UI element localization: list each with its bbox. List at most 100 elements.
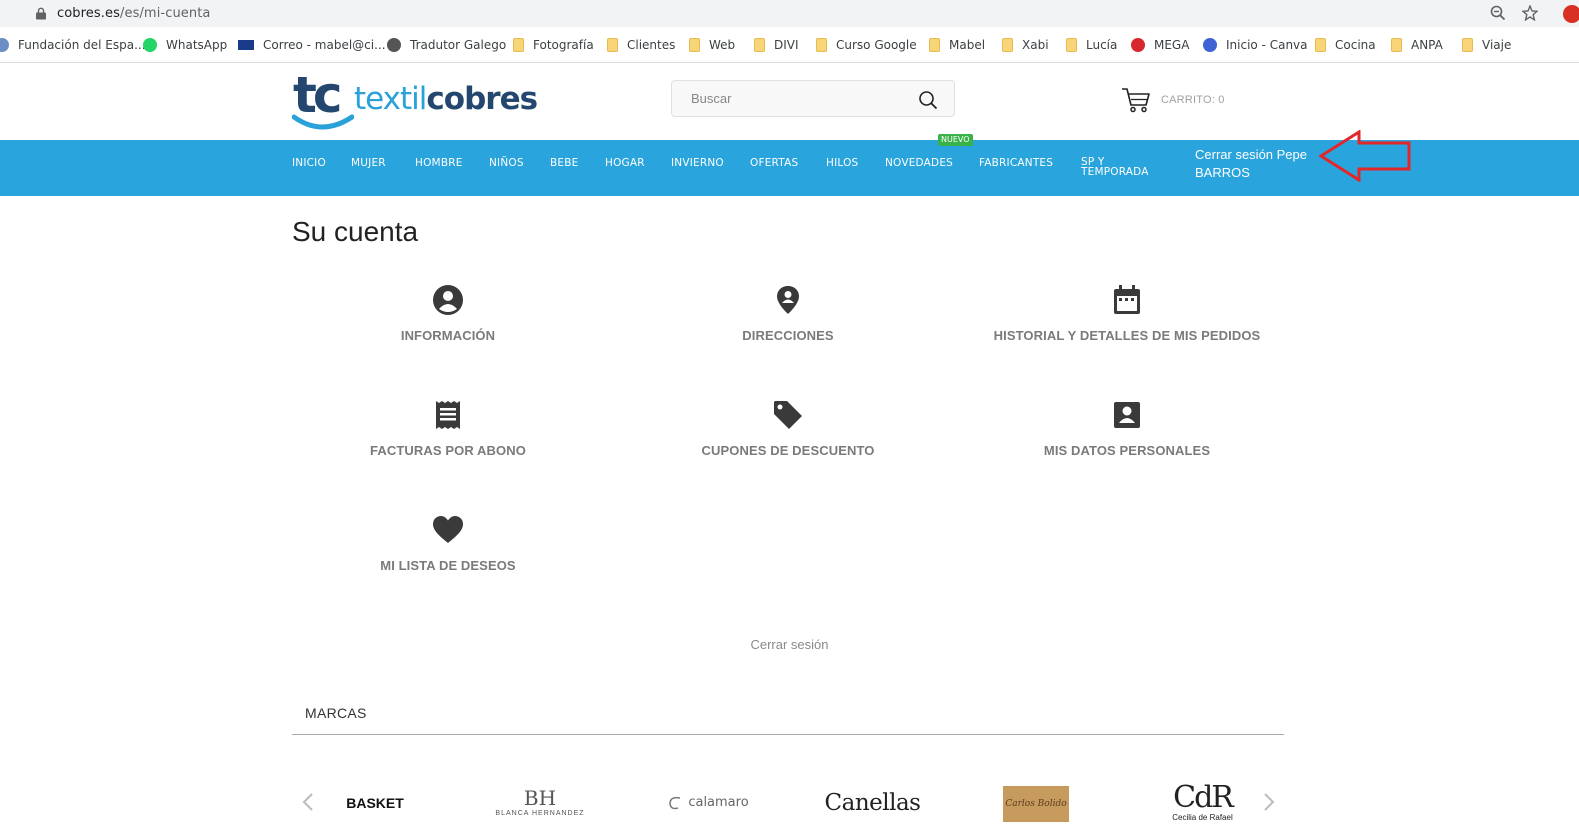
bookmark-anpa[interactable]: ANPA	[1391, 37, 1443, 53]
site-header: tc textilcobres CARRITO: 0	[0, 63, 1579, 140]
bookmark-fundacion[interactable]: Fundación del Espa...	[0, 37, 146, 53]
bookmark-tradutor[interactable]: Tradutor Galego	[387, 37, 506, 53]
nav-sp-temporada[interactable]: SP Y TEMPORADA	[1081, 157, 1149, 178]
red-arrow-annotation	[1319, 130, 1411, 182]
cart-label: CARRITO: 0	[1161, 94, 1225, 106]
bookmark-clientes[interactable]: Clientes	[607, 37, 675, 53]
folder-icon	[1462, 38, 1473, 52]
nav-invierno[interactable]: INVIERNO	[671, 157, 724, 169]
bookmark-curso-google[interactable]: Curso Google	[816, 37, 917, 53]
bookmark-correo[interactable]: Correo - mabel@ci...	[238, 37, 386, 53]
nav-novedades[interactable]: NOVEDADES	[885, 157, 953, 169]
bookmark-viaje[interactable]: Viaje	[1462, 37, 1511, 53]
tile-label: INFORMACIÓN	[400, 328, 496, 343]
brand-calamaro[interactable]: calamaro	[660, 775, 755, 830]
brand-cecilia-rafael[interactable]: CdR Cecilia de Rafael	[1165, 775, 1240, 830]
tile-cupones-descuento[interactable]: CUPONES DE DESCUENTO	[618, 399, 958, 458]
profile-avatar[interactable]	[1563, 5, 1579, 23]
search-icon[interactable]	[918, 90, 938, 110]
bookmark-whatsapp[interactable]: WhatsApp	[143, 37, 227, 53]
browser-address-bar: cobres.es/es/mi-cuenta	[0, 0, 1579, 27]
tag-icon	[774, 401, 802, 429]
nav-sp-line2: TEMPORADA	[1081, 166, 1149, 178]
tile-lista-deseos[interactable]: MI LISTA DE DESEOS	[278, 514, 618, 573]
bookmark-xabi[interactable]: Xabi	[1002, 37, 1049, 53]
logout-link-text[interactable]: Cerrar sesión	[750, 637, 828, 652]
whatsapp-icon	[143, 38, 157, 52]
brand-carlos-bolido[interactable]: Carlos Bolido	[1003, 786, 1069, 822]
url-field[interactable]: cobres.es/es/mi-cuenta	[10, 1, 1550, 25]
tile-label: MIS DATOS PERSONALES	[1043, 443, 1211, 458]
page-title: Su cuenta	[292, 216, 419, 247]
bookmark-web[interactable]: Web	[689, 37, 735, 53]
folder-icon	[1391, 38, 1402, 52]
brands-divider	[292, 734, 1284, 735]
canva-icon	[1203, 38, 1217, 52]
chevron-right-icon[interactable]	[1261, 790, 1277, 814]
bookmark-canva[interactable]: Inicio - Canva	[1203, 37, 1308, 53]
bookmark-cocina[interactable]: Cocina	[1315, 37, 1376, 53]
zoom-icon[interactable]	[1490, 5, 1506, 21]
logout-link: Cerrar sesión	[0, 637, 1579, 652]
location-pin-icon	[777, 286, 799, 314]
bookmarks-bar: Fundación del Espa... WhatsApp Correo - …	[0, 27, 1579, 63]
tile-historial-pedidos[interactable]: HISTORIAL Y DETALLES DE MIS PEDIDOS	[957, 284, 1297, 343]
nav-ninos[interactable]: NIÑOS	[489, 157, 524, 169]
nav-fabricantes[interactable]: FABRICANTES	[979, 157, 1053, 169]
brands-title: MARCAS	[305, 705, 367, 721]
search-box	[671, 80, 955, 117]
folder-icon	[1066, 38, 1077, 52]
globe-icon	[387, 38, 401, 52]
chevron-left-icon[interactable]	[300, 790, 316, 814]
nav-inicio[interactable]: INICIO	[292, 157, 326, 169]
heart-icon	[433, 516, 463, 543]
nav-hilos[interactable]: HILOS	[826, 157, 858, 169]
user-circle-icon	[433, 285, 463, 315]
tile-facturas-abono[interactable]: FACTURAS POR ABONO	[278, 399, 618, 458]
nav-mujer[interactable]: MUJER	[351, 157, 386, 169]
folder-icon	[607, 38, 618, 52]
bookmark-divi[interactable]: DIVI	[754, 37, 799, 53]
tile-label: FACTURAS POR ABONO	[370, 443, 526, 458]
folder-icon	[754, 38, 765, 52]
bookmark-mabel[interactable]: Mabel	[929, 37, 985, 53]
globe-icon	[0, 38, 9, 52]
folder-icon	[513, 38, 524, 52]
bookmark-lucia[interactable]: Lucía	[1066, 37, 1117, 53]
logo-mark-icon: tc	[292, 67, 354, 130]
folder-icon	[1002, 38, 1013, 52]
url-text: cobres.es/es/mi-cuenta	[57, 6, 211, 21]
logout-line1: Cerrar sesión Pepe	[1195, 147, 1307, 162]
brand-blanca-hernandez[interactable]: BH BLANCA HERNANDEZ	[490, 775, 590, 830]
cart-icon	[1122, 88, 1150, 113]
mega-icon	[1131, 38, 1145, 52]
tile-label: HISTORIAL Y DETALLES DE MIS PEDIDOS	[993, 328, 1261, 343]
cart-button[interactable]: CARRITO: 0	[1121, 87, 1225, 113]
bookmark-mega[interactable]: MEGA	[1131, 37, 1189, 53]
nav-bebe[interactable]: BEBE	[550, 157, 578, 169]
nav-logout-link[interactable]: Cerrar sesión Pepe BARROS	[1195, 146, 1315, 182]
mail-icon	[238, 40, 254, 50]
nav-hombre[interactable]: HOMBRE	[415, 157, 463, 169]
lock-icon	[36, 7, 46, 20]
tile-direcciones[interactable]: DIRECCIONES	[618, 284, 958, 343]
nav-ofertas[interactable]: OFERTAS	[750, 157, 798, 169]
tile-datos-personales[interactable]: MIS DATOS PERSONALES	[957, 399, 1297, 458]
tile-label: CUPONES DE DESCUENTO	[701, 443, 875, 458]
site-logo[interactable]: tc textilcobres	[292, 67, 552, 133]
tile-label: DIRECCIONES	[742, 328, 834, 343]
brand-canellas[interactable]: Canellas	[825, 775, 921, 830]
folder-icon	[689, 38, 700, 52]
search-input[interactable]	[672, 81, 912, 116]
bookmark-fotografia[interactable]: Fotografía	[513, 37, 594, 53]
folder-icon	[929, 38, 940, 52]
nav-hogar[interactable]: HOGAR	[605, 157, 645, 169]
bookmark-star-icon[interactable]	[1522, 5, 1538, 21]
brand-basket[interactable]: BASKET	[330, 775, 420, 830]
nuevo-badge: NUEVO	[938, 134, 973, 146]
logo-wordmark: textilcobres	[354, 81, 538, 117]
logout-line2: BARROS	[1195, 165, 1250, 180]
svg-text:tc: tc	[293, 67, 340, 124]
folder-icon	[816, 38, 827, 52]
tile-informacion[interactable]: INFORMACIÓN	[278, 284, 618, 343]
